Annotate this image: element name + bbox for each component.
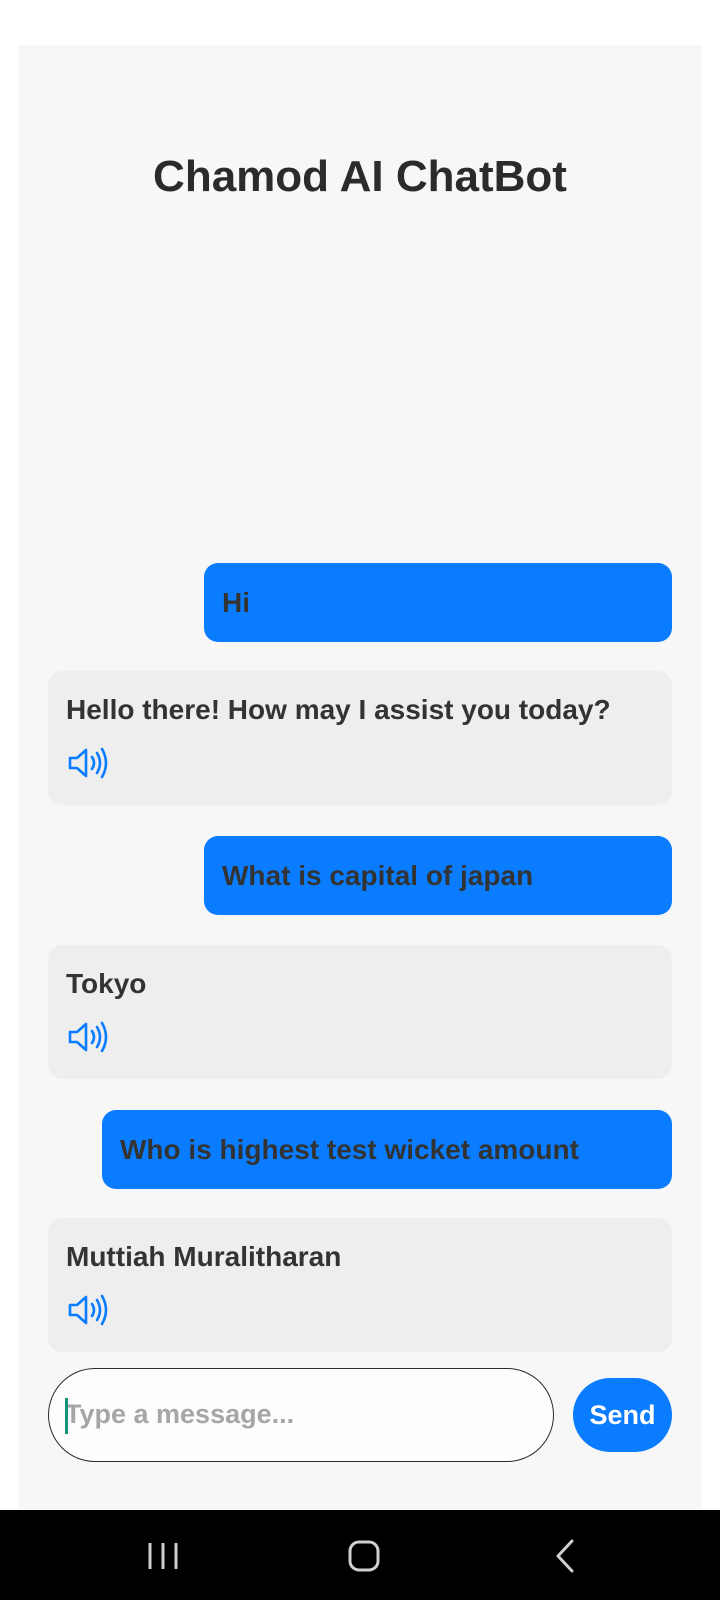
user-message-text: What is capital of japan xyxy=(222,859,534,891)
user-message: What is capital of japan xyxy=(204,836,672,915)
recent-apps-icon[interactable] xyxy=(139,1532,187,1580)
bot-message-text: Hello there! How may I assist you today? xyxy=(66,694,611,725)
bot-message: Hello there! How may I assist you today? xyxy=(48,671,672,805)
bot-message-text: Muttiah Muralitharan xyxy=(66,1241,342,1272)
user-message-text: Who is highest test wicket amount xyxy=(120,1133,579,1165)
speaker-icon[interactable] xyxy=(68,747,112,779)
back-icon[interactable] xyxy=(542,1532,590,1580)
bot-message-text: Tokyo xyxy=(66,968,147,999)
user-message: Hi xyxy=(204,563,672,642)
system-navigation-bar xyxy=(0,1510,720,1600)
bot-message: Tokyo xyxy=(48,945,672,1079)
message-input-container xyxy=(48,1368,554,1462)
bot-message: Muttiah Muralitharan xyxy=(48,1218,672,1352)
home-icon[interactable] xyxy=(340,1532,388,1580)
user-message: Who is highest test wicket amount xyxy=(102,1110,672,1189)
send-button[interactable]: Send xyxy=(573,1378,672,1452)
speaker-icon[interactable] xyxy=(68,1294,112,1326)
speaker-icon[interactable] xyxy=(68,1021,112,1053)
page-title: Chamod AI ChatBot xyxy=(153,152,567,201)
text-cursor xyxy=(65,1398,68,1434)
message-input[interactable] xyxy=(65,1369,535,1460)
user-message-text: Hi xyxy=(222,586,250,618)
